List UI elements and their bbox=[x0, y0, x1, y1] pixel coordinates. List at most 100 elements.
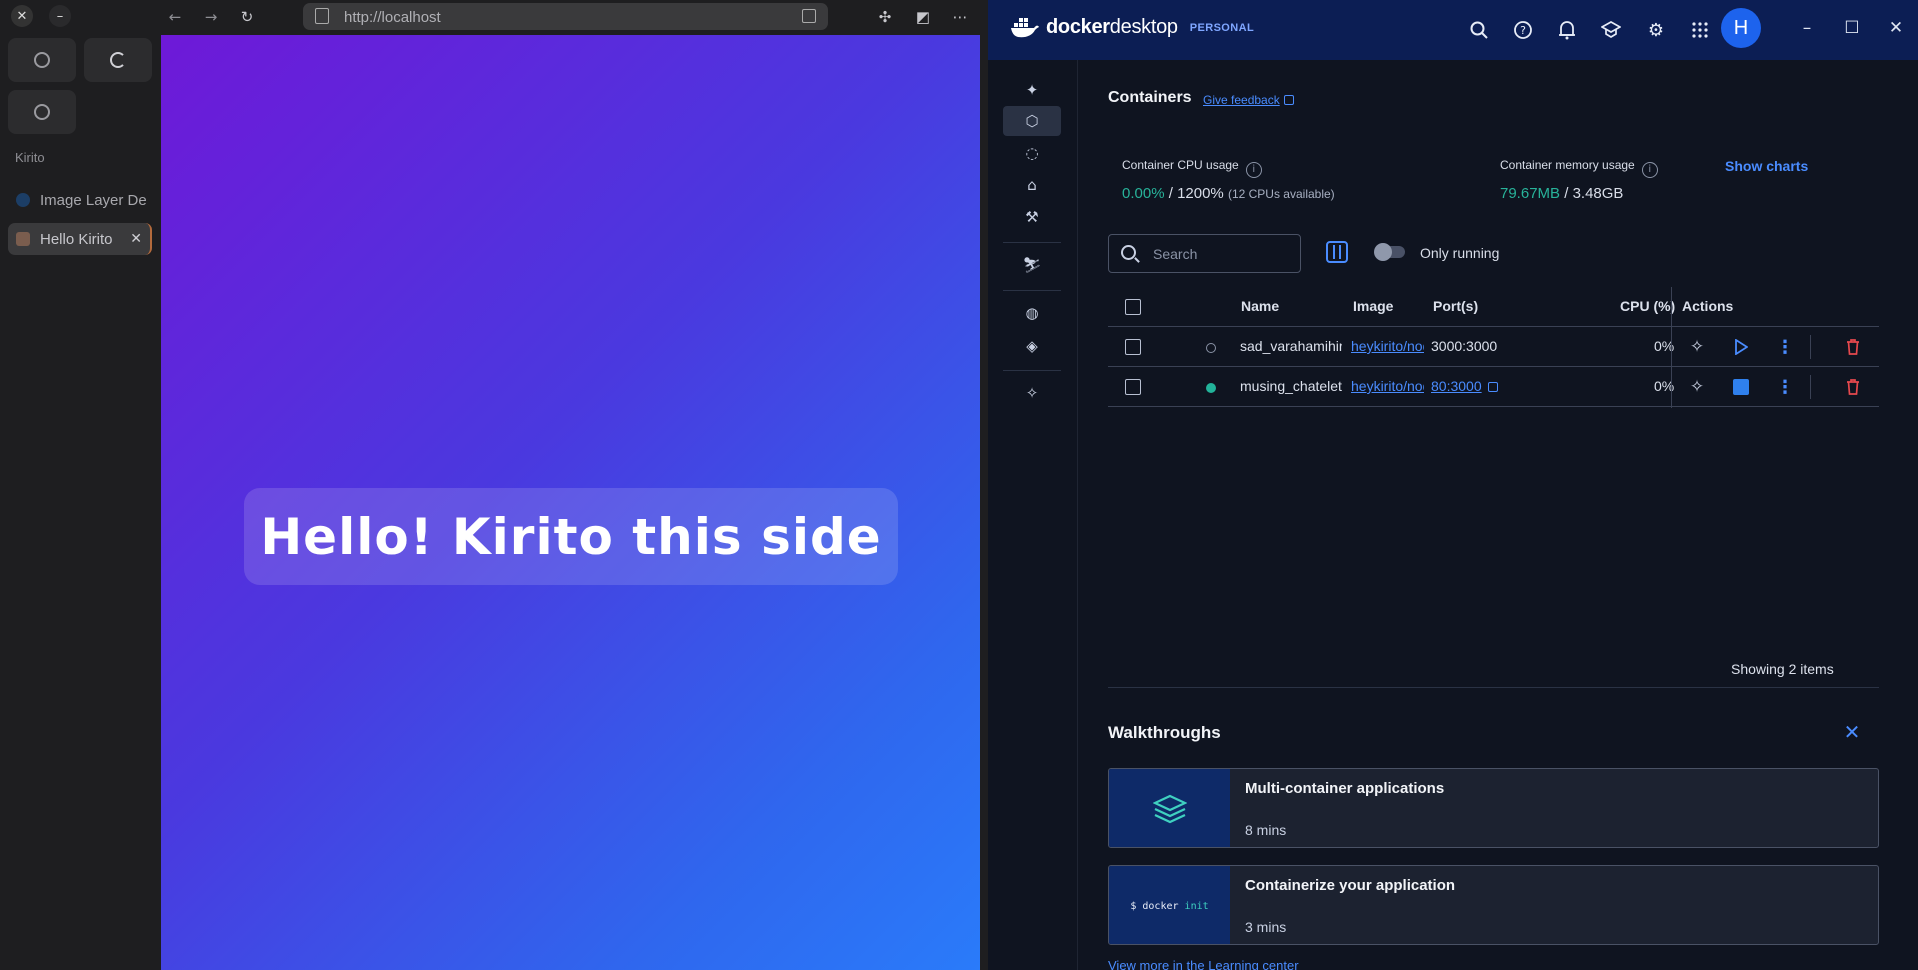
page-info-icon[interactable] bbox=[315, 8, 329, 24]
column-image[interactable]: Image bbox=[1353, 298, 1393, 314]
walkthrough-duration: 3 mins bbox=[1245, 919, 1287, 935]
column-ports[interactable]: Port(s) bbox=[1433, 298, 1478, 314]
select-all-checkbox[interactable] bbox=[1125, 299, 1141, 315]
forward-arrow-icon[interactable]: → bbox=[200, 6, 222, 28]
pinned-site-1[interactable] bbox=[8, 38, 76, 82]
svg-text:?: ? bbox=[1520, 24, 1526, 37]
tab-hello-kirito[interactable]: Hello Kirito ✕ bbox=[8, 223, 152, 255]
browser-sidebar: Kirito Image Layer De Hello Kirito ✕ bbox=[0, 34, 160, 970]
container-ports: 3000:3000 bbox=[1431, 338, 1498, 354]
container-name[interactable]: musing_chatelet bbox=[1240, 378, 1342, 394]
column-cpu[interactable]: CPU (%) bbox=[1620, 298, 1675, 314]
maximize-icon[interactable]: ☐ bbox=[1840, 16, 1864, 40]
docker-header: dockerdesktop PERSONAL ? ⚙ H – ☐ ✕ bbox=[988, 0, 1918, 60]
table-row[interactable]: sad_varahamihir heykirito/node 3000:3000… bbox=[1108, 327, 1879, 367]
browser-toolbar: ✕ – ← → ↻ http://localhost ✣ ◩ ⋯ bbox=[0, 0, 988, 34]
notifications-bell-icon[interactable] bbox=[1555, 18, 1579, 42]
back-arrow-icon[interactable]: ← bbox=[164, 6, 186, 28]
close-tab-icon[interactable]: ✕ bbox=[130, 231, 142, 247]
docker-desktop-window: dockerdesktop PERSONAL ? ⚙ H – ☐ ✕ ✦ ⬡ ◌… bbox=[988, 0, 1918, 970]
docker-favicon-icon bbox=[16, 193, 30, 207]
models-nav-icon[interactable]: ◈ bbox=[1003, 331, 1061, 361]
pinned-site-3[interactable] bbox=[8, 90, 76, 134]
ask-gordon-icon[interactable]: ✦ bbox=[1003, 75, 1061, 105]
minimize-window-icon[interactable]: – bbox=[49, 5, 71, 27]
toggle-knob bbox=[1374, 243, 1392, 261]
give-feedback-link[interactable]: Give feedback bbox=[1203, 93, 1294, 107]
docker-whale-icon bbox=[1011, 17, 1039, 37]
openai-icon bbox=[34, 104, 50, 120]
images-nav-icon[interactable]: ◌ bbox=[1003, 138, 1061, 168]
tab-label: Hello Kirito bbox=[40, 230, 113, 248]
more-menu-icon[interactable]: ⋯ bbox=[949, 6, 971, 28]
container-image-link[interactable]: heykirito/node bbox=[1351, 338, 1424, 354]
page-heading: Hello! Kirito this side bbox=[244, 488, 898, 585]
info-icon[interactable]: i bbox=[1641, 162, 1658, 178]
ask-gordon-action-icon[interactable]: ✧ bbox=[1686, 336, 1708, 358]
delete-trash-icon[interactable] bbox=[1842, 376, 1864, 398]
walkthrough-card-multi-container[interactable]: Multi-container applications 8 mins bbox=[1108, 768, 1879, 848]
page-favicon-icon bbox=[16, 232, 30, 246]
row-checkbox[interactable] bbox=[1125, 339, 1141, 355]
search-field[interactable] bbox=[1108, 234, 1301, 273]
close-icon[interactable]: ✕ bbox=[1884, 16, 1908, 40]
layers-stack-icon bbox=[1152, 794, 1187, 824]
container-image-link[interactable]: heykirito/node bbox=[1351, 378, 1424, 394]
more-options-icon[interactable]: ⋮ bbox=[1774, 376, 1796, 398]
status-stopped-icon bbox=[1206, 343, 1216, 353]
search-icon bbox=[1121, 245, 1136, 260]
web-page-viewport: Hello! Kirito this side bbox=[161, 35, 980, 970]
docker-nav-rail: ✦ ⬡ ◌ ⌂ ⚒ ⛷ ◍ ◈ ✧ bbox=[988, 60, 1078, 970]
walkthrough-card-containerize[interactable]: $ docker init Containerize your applicat… bbox=[1108, 865, 1879, 945]
tab-image-layer[interactable]: Image Layer De bbox=[8, 184, 152, 216]
url-bar[interactable]: http://localhost bbox=[303, 3, 828, 30]
close-walkthroughs-icon[interactable]: ✕ bbox=[1840, 720, 1864, 744]
apps-grid-icon[interactable] bbox=[1688, 18, 1712, 42]
containers-nav-icon[interactable]: ⬡ bbox=[1003, 106, 1061, 136]
container-ports-link[interactable]: 80:3000 bbox=[1431, 378, 1498, 394]
section-divider bbox=[1108, 687, 1879, 688]
feedback-icon bbox=[1283, 95, 1294, 105]
only-running-toggle[interactable] bbox=[1374, 243, 1405, 261]
settings-gear-icon[interactable]: ⚙ bbox=[1644, 18, 1668, 42]
stop-square-icon[interactable] bbox=[1730, 376, 1752, 398]
browser-window: ✕ – ← → ↻ http://localhost ✣ ◩ ⋯ Kirito … bbox=[0, 0, 988, 970]
nav-divider bbox=[1003, 370, 1061, 371]
builds-nav-icon[interactable]: ⚒ bbox=[1003, 202, 1061, 232]
docker-init-snippet: $ docker init bbox=[1130, 900, 1209, 912]
minimize-icon[interactable]: – bbox=[1795, 16, 1819, 40]
container-name[interactable]: sad_varahamihir bbox=[1240, 338, 1342, 354]
more-options-icon[interactable]: ⋮ bbox=[1774, 336, 1796, 358]
search-icon[interactable] bbox=[1467, 18, 1491, 42]
screenshot-icon[interactable]: ◩ bbox=[912, 6, 934, 28]
learning-center-icon[interactable] bbox=[1599, 18, 1623, 42]
docker-hub-icon[interactable]: ◍ bbox=[1003, 298, 1061, 328]
table-row[interactable]: musing_chatelet heykirito/node 80:3000 0… bbox=[1108, 367, 1879, 407]
help-icon[interactable]: ? bbox=[1511, 18, 1535, 42]
delete-trash-icon[interactable] bbox=[1842, 336, 1864, 358]
volumes-nav-icon[interactable]: ⌂ bbox=[1003, 170, 1061, 200]
ask-gordon-action-icon[interactable]: ✧ bbox=[1686, 376, 1708, 398]
row-checkbox[interactable] bbox=[1125, 379, 1141, 395]
docker-scout-icon[interactable]: ⛷ bbox=[1003, 250, 1061, 280]
table-columns-icon[interactable] bbox=[1326, 241, 1348, 263]
info-icon[interactable]: i bbox=[1245, 162, 1262, 178]
walkthrough-thumbnail bbox=[1109, 769, 1230, 847]
start-play-icon[interactable] bbox=[1730, 336, 1752, 358]
page-title: Containers bbox=[1108, 89, 1192, 106]
extensions-puzzle-icon[interactable]: ✣ bbox=[874, 6, 896, 28]
actions-column-divider bbox=[1671, 287, 1672, 408]
close-window-icon[interactable]: ✕ bbox=[11, 5, 33, 27]
show-charts-button[interactable]: Show charts bbox=[1725, 158, 1808, 174]
pinned-site-2[interactable] bbox=[84, 38, 152, 82]
learning-center-link[interactable]: View more in the Learning center bbox=[1108, 958, 1299, 970]
reload-icon[interactable]: ↻ bbox=[236, 6, 258, 28]
user-avatar[interactable]: H bbox=[1721, 8, 1761, 48]
nav-divider bbox=[1003, 242, 1061, 243]
search-input[interactable] bbox=[1153, 243, 1293, 265]
tab-label: Image Layer De bbox=[40, 191, 147, 209]
extensions-icon[interactable]: ✧ bbox=[1003, 378, 1061, 408]
column-name[interactable]: Name bbox=[1241, 298, 1279, 314]
table-header: Name Image Port(s) CPU (%) Actions bbox=[1108, 287, 1879, 327]
reader-mode-icon[interactable] bbox=[802, 9, 816, 23]
